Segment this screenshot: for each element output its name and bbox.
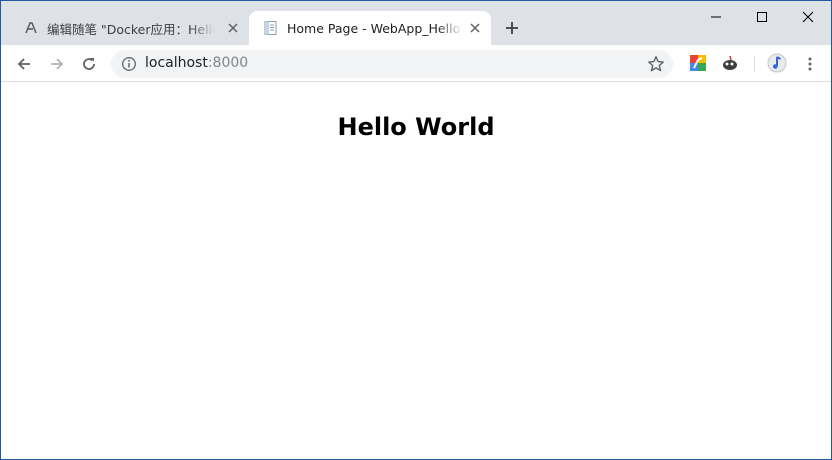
url-port: :8000	[207, 55, 249, 71]
maximize-button[interactable]	[739, 5, 785, 29]
star-icon[interactable]	[647, 55, 665, 73]
page-heading: Hello World	[337, 113, 495, 141]
close-tab-icon[interactable]	[225, 20, 241, 36]
info-icon[interactable]	[121, 56, 137, 72]
tab-home-page[interactable]: Home Page - WebApp_HelloWorld	[249, 11, 491, 45]
reload-icon	[83, 58, 95, 70]
tab-title: 编辑随笔 "Docker应用：Hello World	[47, 21, 215, 37]
new-tab-button[interactable]	[501, 17, 523, 39]
close-icon	[802, 11, 814, 23]
plus-icon	[506, 22, 518, 34]
tab-title: Home Page - WebApp_HelloWorld	[287, 20, 463, 36]
toolbar-separator	[754, 56, 755, 72]
back-button[interactable]	[11, 51, 37, 77]
reload-button[interactable]	[76, 51, 102, 77]
forward-arrow-icon	[51, 58, 64, 70]
page-icon	[263, 20, 279, 36]
music-profile-icon[interactable]	[767, 53, 787, 73]
tab-strip: 编辑随笔 "Docker应用：Hello World Home Page - W…	[1, 1, 831, 45]
maximize-icon	[757, 12, 767, 22]
browser-window: 编辑随笔 "Docker应用：Hello World Home Page - W…	[0, 0, 832, 460]
pen-icon	[23, 20, 39, 36]
browser-toolbar: localhost:8000	[1, 45, 831, 82]
close-tab-icon[interactable]	[467, 20, 483, 36]
colorful-extension-icon[interactable]	[689, 54, 707, 72]
url-text[interactable]: localhost:8000	[145, 55, 248, 71]
minimize-icon	[711, 16, 721, 18]
dark-extension-icon[interactable]	[721, 54, 739, 72]
browser-menu-button[interactable]	[797, 51, 823, 77]
close-window-button[interactable]	[785, 5, 831, 29]
back-arrow-icon	[17, 58, 30, 70]
minimize-button[interactable]	[693, 5, 739, 29]
address-bar[interactable]: localhost:8000	[111, 50, 673, 78]
url-host: localhost	[145, 55, 208, 71]
page-content: Hello World	[1, 83, 831, 459]
kebab-menu-icon	[808, 57, 812, 71]
tab-edit-post[interactable]: 编辑随笔 "Docker应用：Hello World	[9, 11, 249, 45]
forward-button[interactable]	[44, 51, 70, 77]
